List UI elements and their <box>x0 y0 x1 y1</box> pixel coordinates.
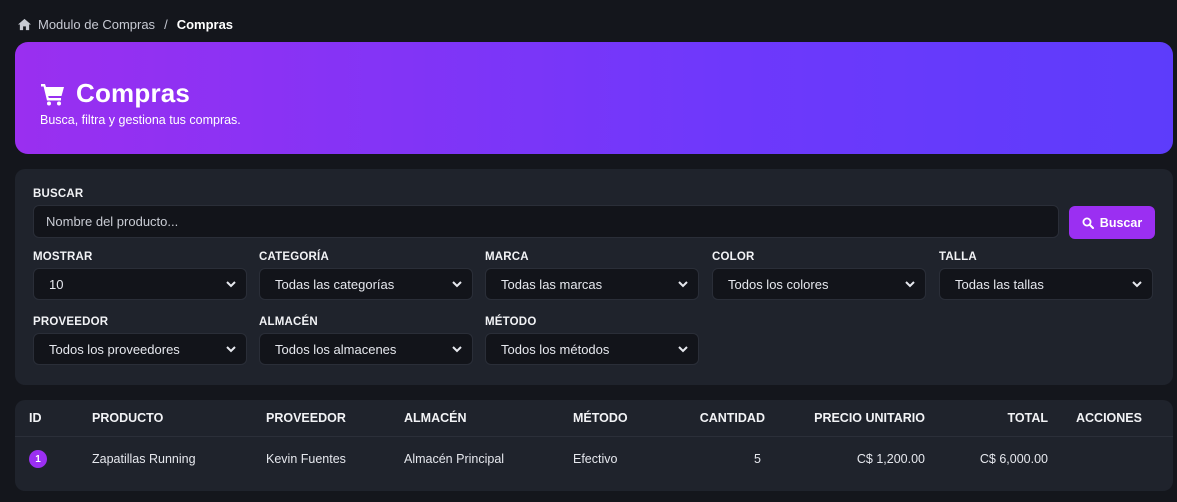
row-almacen: Almacén Principal <box>404 452 505 466</box>
column-header-metodo[interactable]: MÉTODO <box>573 411 628 425</box>
purchases-table: ID PRODUCTO PROVEEDOR ALMACÉN MÉTODO CAN… <box>15 400 1173 491</box>
select-talla[interactable]: Todas las tallas <box>939 268 1153 300</box>
column-header-cantidad[interactable]: CANTIDAD <box>665 411 765 425</box>
shopping-cart-icon <box>41 83 64 105</box>
chevron-down-icon <box>226 345 236 352</box>
filter-label-categoria: CATEGORÍA <box>259 251 329 263</box>
page-header-banner: Compras Busca, filtra y gestiona tus com… <box>15 42 1173 154</box>
select-almacen[interactable]: Todos los almacenes <box>259 333 473 365</box>
select-talla-value: Todas las tallas <box>955 276 1044 292</box>
chevron-down-icon <box>226 280 236 287</box>
page-subtitle: Busca, filtra y gestiona tus compras. <box>40 113 241 127</box>
chevron-down-icon <box>678 280 688 287</box>
search-input[interactable] <box>33 205 1059 238</box>
row-producto: Zapatillas Running <box>92 452 196 466</box>
select-marca[interactable]: Todas las marcas <box>485 268 699 300</box>
search-button[interactable]: Buscar <box>1069 206 1155 239</box>
filter-label-marca: MARCA <box>485 251 529 263</box>
select-metodo-value: Todos los métodos <box>501 341 610 357</box>
table-header-divider <box>15 436 1173 437</box>
row-cantidad: 5 <box>754 452 761 466</box>
chevron-down-icon <box>1132 280 1142 287</box>
filter-label-color: COLOR <box>712 251 755 263</box>
select-color-value: Todos los colores <box>728 276 829 292</box>
select-categoria-value: Todas las categorías <box>275 276 395 292</box>
select-mostrar[interactable]: 10 <box>33 268 247 300</box>
search-button-label: Buscar <box>1099 215 1143 230</box>
select-proveedor[interactable]: Todos los proveedores <box>33 333 247 365</box>
column-header-acciones: ACCIONES <box>1076 411 1142 425</box>
row-id-badge: 1 <box>29 450 47 468</box>
filter-label-almacen: ALMACÉN <box>259 316 318 328</box>
filter-label-mostrar: MOSTRAR <box>33 251 93 263</box>
filter-label-talla: TALLA <box>939 251 977 263</box>
select-metodo[interactable]: Todos los métodos <box>485 333 699 365</box>
column-header-total[interactable]: TOTAL <box>955 411 1048 425</box>
select-color[interactable]: Todos los colores <box>712 268 926 300</box>
chevron-down-icon <box>452 280 462 287</box>
select-marca-value: Todas las marcas <box>501 276 603 292</box>
page-title: Compras <box>76 78 191 108</box>
column-header-id[interactable]: ID <box>29 411 42 425</box>
column-header-almacen[interactable]: ALMACÉN <box>404 411 467 425</box>
breadcrumb-separator: / <box>164 17 168 32</box>
filters-panel: BUSCAR Buscar MOSTRAR 10 CATEGORÍA Todas… <box>15 169 1173 385</box>
chevron-down-icon <box>678 345 688 352</box>
select-mostrar-value: 10 <box>49 276 64 292</box>
column-header-producto[interactable]: PRODUCTO <box>92 411 163 425</box>
row-proveedor: Kevin Fuentes <box>266 452 346 466</box>
chevron-down-icon <box>452 345 462 352</box>
filter-label-metodo: MÉTODO <box>485 316 537 328</box>
breadcrumb-parent[interactable]: Modulo de Compras <box>38 17 155 32</box>
search-label: BUSCAR <box>33 188 84 200</box>
search-icon <box>1082 217 1094 229</box>
column-header-proveedor[interactable]: PROVEEDOR <box>266 411 346 425</box>
chevron-down-icon <box>905 280 915 287</box>
select-almacen-value: Todos los almacenes <box>275 341 397 357</box>
select-categoria[interactable]: Todas las categorías <box>259 268 473 300</box>
row-metodo: Efectivo <box>573 452 618 466</box>
breadcrumb-current: Compras <box>176 17 234 32</box>
home-icon[interactable] <box>17 18 32 31</box>
row-total: C$ 6,000.00 <box>979 452 1048 466</box>
breadcrumb: Modulo de Compras / Compras <box>17 17 233 32</box>
select-proveedor-value: Todos los proveedores <box>49 341 180 357</box>
column-header-precio-unitario[interactable]: PRECIO UNITARIO <box>795 411 925 425</box>
filter-label-proveedor: PROVEEDOR <box>33 316 109 328</box>
row-precio-unitario: C$ 1,200.00 <box>856 452 925 466</box>
